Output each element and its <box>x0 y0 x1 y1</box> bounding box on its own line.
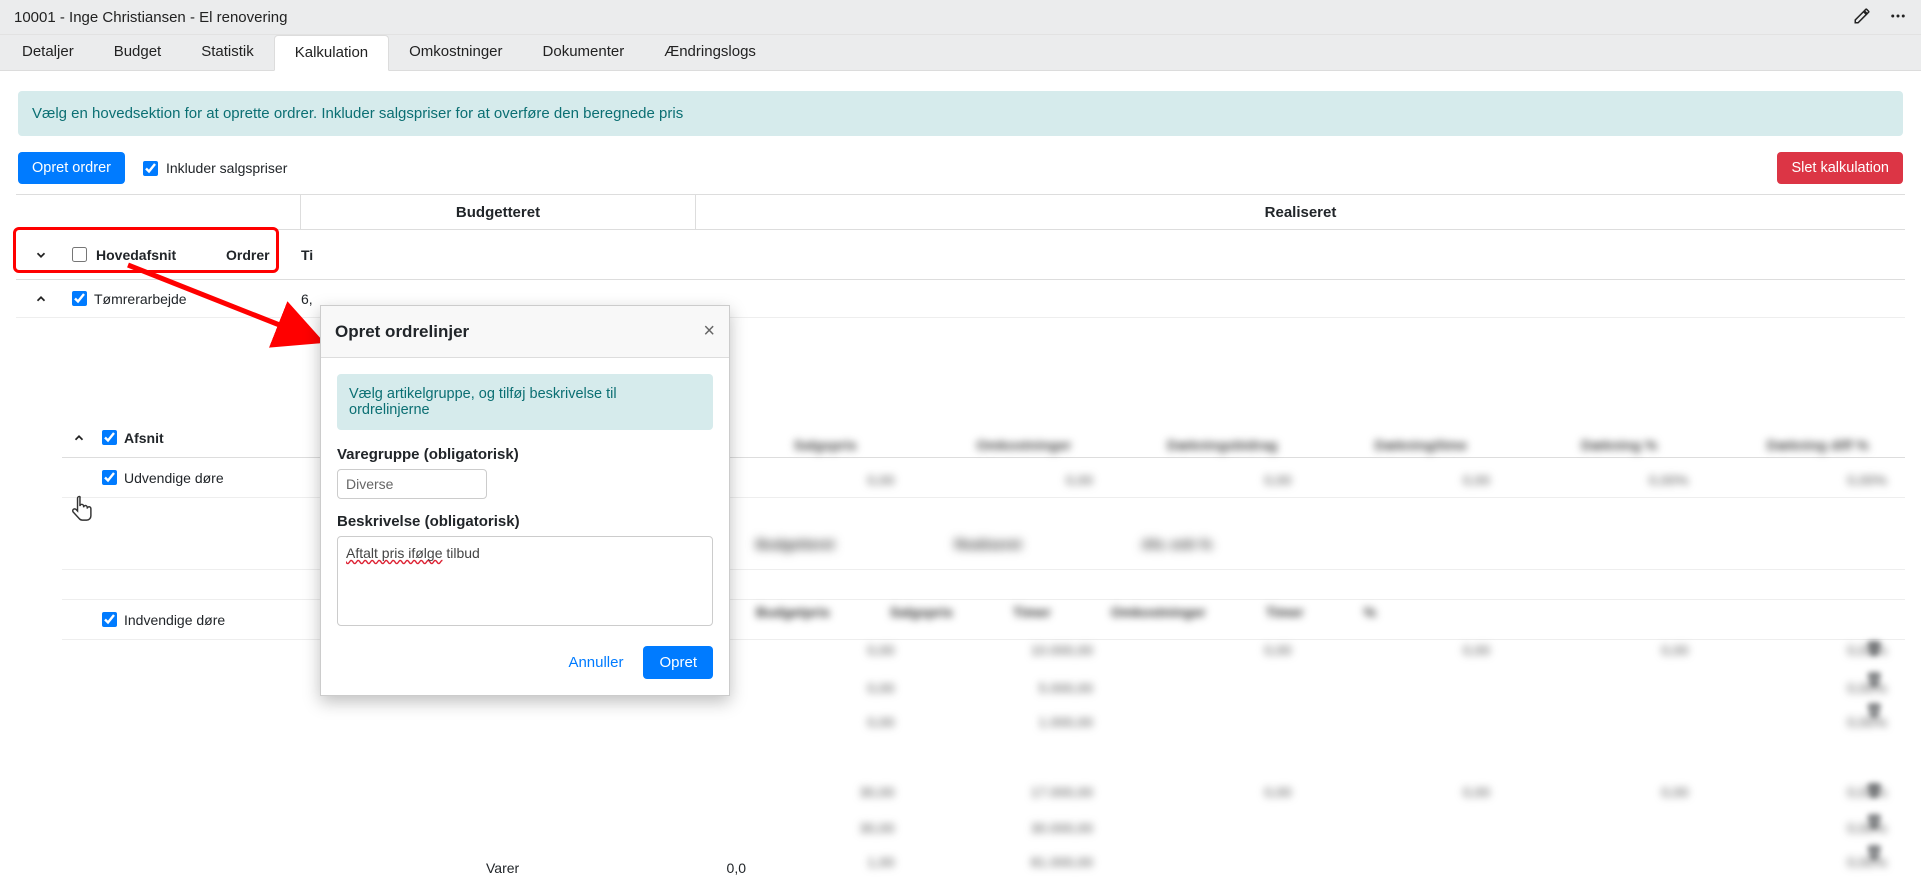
create-order-lines-modal: Opret ordrelinjer × Vælg artikelgruppe, … <box>320 305 730 696</box>
edit-icon[interactable] <box>1853 7 1871 28</box>
create-button[interactable]: Opret <box>643 646 713 679</box>
expand-all-icon[interactable] <box>16 248 66 262</box>
header-actions <box>1853 7 1907 28</box>
modal-footer: Annuller Opret <box>321 632 729 695</box>
tab-aendringslogs[interactable]: Ændringslogs <box>644 35 776 70</box>
sub-row-1-label: Indvendige døre <box>122 612 225 628</box>
include-sales-prices-checkbox[interactable] <box>143 161 158 176</box>
beskrivelse-text-marked: Aftalt pris ifølge <box>346 545 442 561</box>
tab-dokumenter[interactable]: Dokumenter <box>523 35 645 70</box>
sub-header-label: Afsnit <box>122 430 164 446</box>
info-banner: Vælg en hovedsektion for at oprette ordr… <box>18 91 1903 136</box>
blurred-data-row-6: 1,0081.000,000,00% <box>756 854 1887 876</box>
column-header-row: Hovedafsnit Ordrer Ti <box>16 230 1905 280</box>
content-area: Vælg en hovedsektion for at oprette ordr… <box>0 71 1921 660</box>
beskrivelse-textarea[interactable]: Aftalt pris ifølge tilbud <box>337 536 713 626</box>
modal-body: Vælg artikelgruppe, og tilføj beskrivels… <box>321 358 729 632</box>
sub-collapse-icon[interactable] <box>62 431 96 445</box>
row-delete-icons: 🗑🗑🗑 <box>1865 640 1883 719</box>
main-section-name: Tømrerarbejde <box>92 291 226 307</box>
include-sales-prices-wrap[interactable]: Inkluder salgspriser <box>143 160 287 176</box>
column-group-header: Budgetteret Realiseret <box>16 194 1905 230</box>
blurred-data-row-3: 0,001.000,000,00% <box>756 714 1887 736</box>
collapse-icon[interactable] <box>16 292 66 306</box>
cost-rows: Varer 0,0 Tilføj omkostning <box>476 849 756 883</box>
page-title: 10001 - Inge Christiansen - El renoverin… <box>14 9 288 26</box>
group-budgeted: Budgetteret <box>301 195 696 229</box>
sub-row-1-checkbox[interactable] <box>102 612 117 627</box>
more-icon[interactable] <box>1889 7 1907 28</box>
modal-header: Opret ordrelinjer × <box>321 306 729 358</box>
blurred-data-row-1: 0,0010.000,000,000,000,000,00% <box>756 642 1887 664</box>
col-ordrer: Ordrer <box>226 247 301 263</box>
col-timer-truncated: Ti <box>301 247 341 263</box>
delete-calculation-button[interactable]: Slet kalkulation <box>1777 152 1903 184</box>
tab-budget[interactable]: Budget <box>94 35 182 70</box>
beskrivelse-label: Beskrivelse (obligatorisk) <box>337 513 713 530</box>
include-sales-prices-label: Inkluder salgspriser <box>166 160 287 176</box>
varer-row: Varer 0,0 <box>476 849 756 883</box>
close-icon[interactable]: × <box>703 320 715 343</box>
tab-detaljer[interactable]: Detaljer <box>2 35 94 70</box>
varer-label: Varer <box>476 860 646 876</box>
varegruppe-input[interactable] <box>337 469 487 499</box>
table-region: Budgetteret Realiseret Hovedafsnit Ordre… <box>16 194 1905 640</box>
main-section-checkbox[interactable] <box>66 291 92 306</box>
modal-info: Vælg artikelgruppe, og tilføj beskrivels… <box>337 374 713 430</box>
sub-select-all-checkbox[interactable] <box>96 430 122 445</box>
blurred-data-row-5: 30,0030.000,000,00% <box>756 820 1887 842</box>
varegruppe-label: Varegruppe (obligatorisk) <box>337 446 713 463</box>
action-row: Opret ordrer Inkluder salgspriser Slet k… <box>18 152 1903 184</box>
sub-row-0-checkbox[interactable] <box>102 470 117 485</box>
sub-row-0-label: Udvendige døre <box>122 470 224 486</box>
tab-statistik[interactable]: Statistik <box>181 35 274 70</box>
tab-omkostninger[interactable]: Omkostninger <box>389 35 522 70</box>
tab-kalkulation[interactable]: Kalkulation <box>274 35 389 71</box>
modal-title: Opret ordrelinjer <box>335 322 469 342</box>
beskrivelse-suffix: tilbud <box>446 545 479 561</box>
main-section-row[interactable]: Tømrerarbejde 6, <box>16 280 1905 318</box>
select-all-checkbox[interactable] <box>66 247 92 262</box>
window-header: 10001 - Inge Christiansen - El renoverin… <box>0 0 1921 35</box>
tabs-bar: Detaljer Budget Statistik Kalkulation Om… <box>0 35 1921 71</box>
group-realized: Realiseret <box>696 195 1905 229</box>
group-spacer <box>16 195 301 229</box>
row-delete-icons-2: 🗑🗑🗑 <box>1865 782 1883 861</box>
blurred-data-row-2: 0,005.000,000,00% <box>756 680 1887 702</box>
cancel-button[interactable]: Annuller <box>568 654 623 671</box>
varer-value: 0,0 <box>646 860 756 876</box>
create-orders-button[interactable]: Opret ordrer <box>18 152 125 184</box>
blurred-data-row-4: 30,0017.000,000,000,000,000,00% <box>756 784 1887 806</box>
action-left: Opret ordrer Inkluder salgspriser <box>18 152 287 184</box>
col-hovedafsnit: Hovedafsnit <box>92 247 226 263</box>
